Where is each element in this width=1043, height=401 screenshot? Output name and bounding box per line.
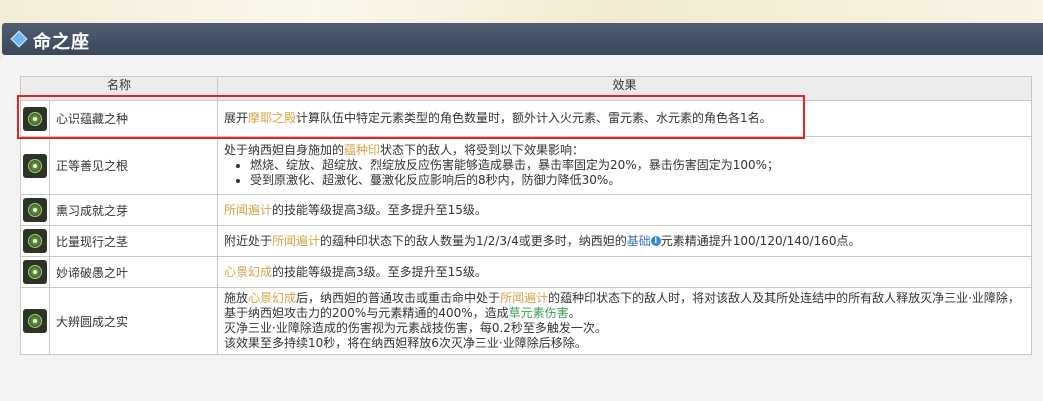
table-header-row: 名称 效果 <box>19 76 1032 101</box>
row-icon-cell <box>20 287 50 355</box>
table-row: 比量现行之茎 附近处于所闻遍计的蕴种印状态下的敌人数量为1/2/3/4或更多时，纳… <box>20 225 1032 257</box>
effect-text: 后，纳西妲的普通攻击或重击命中处于 <box>296 291 501 305</box>
skill-link[interactable]: 所闻遍计 <box>272 234 320 248</box>
constellation-root-icon <box>23 153 47 178</box>
skill-link[interactable]: 心景幻成 <box>248 291 296 305</box>
row-icon-cell <box>20 194 50 226</box>
effect-text: 该效果至多持续10秒，将在纳西妲释放6次灭净三业·业障除后移除。 <box>224 336 587 350</box>
effect-text: 。 <box>568 306 581 320</box>
table-row: 正等善见之根处于纳西妲自身施加的蕴种印状态下的敌人，将受到以下效果影响：燃烧、绽… <box>20 136 1032 195</box>
constellation-effect: 心景幻成的技能等级提高3级。至多提升至15级。 <box>217 256 1032 288</box>
effect-text: 处于纳西妲自身施加的 <box>224 143 345 157</box>
table-row: 妙谛破愚之叶 心景幻成的技能等级提高3级。至多提升至15级。 <box>20 256 1032 288</box>
constellation-effect: 所闻遍计的技能等级提高3级。至多提升至15级。 <box>217 194 1032 226</box>
section-title: 命之座 <box>33 32 90 53</box>
constellation-effect: 处于纳西妲自身施加的蕴种印状态下的敌人，将受到以下效果影响：燃烧、绽放、超绽放、… <box>217 136 1032 195</box>
constellation-seed-icon <box>23 106 47 131</box>
effect-text: 施放 <box>224 291 249 305</box>
row-icon-cell <box>20 256 50 288</box>
skill-link[interactable]: 所闻遍计 <box>500 291 548 305</box>
constellation-sprout-icon <box>23 198 47 222</box>
constellation-name: 正等善见之根 <box>48 136 219 195</box>
diamond-icon <box>10 30 28 48</box>
effect-bullet: 受到原激化、超激化、蔓激化反应影响后的8秒内，防御力降低30%。 <box>250 173 1025 188</box>
skill-link[interactable]: 所闻遍计 <box>224 203 272 217</box>
column-header-effect: 效果 <box>217 76 1032 101</box>
info-icon[interactable]: i <box>650 236 661 246</box>
section-header: 命之座 <box>2 23 1043 55</box>
effect-text: 的技能等级提高3级。至多提升至15级。 <box>272 264 487 279</box>
constellation-effect: 附近处于所闻遍计的蕴种印状态下的敌人数量为1/2/3/4或更多时，纳西妲的基础 i… <box>217 225 1032 257</box>
constellation-name: 大辨圆成之实 <box>48 287 219 355</box>
constellation-name: 妙谛破愚之叶 <box>48 256 219 288</box>
effect-text: 的技能等级提高3级。至多提升至15级。 <box>272 202 487 217</box>
row-icon-cell <box>20 225 50 257</box>
effect-bullet: 燃烧、绽放、超绽放、烈绽放反应伤害能够造成暴击，暴击率固定为20%，暴击伤害固定… <box>250 158 1025 173</box>
constellation-effect: 展开摩耶之殿计算队伍中特定元素类型的角色数量时，额外计入火元素、雷元素、水元素的… <box>217 100 1032 137</box>
constellation-panel: 名称 效果 心识蕴藏之种 展开摩耶之殿计算队伍中特定元素类型的角色数量时，额外计入… <box>2 55 1043 401</box>
effect-bullet-list: 燃烧、绽放、超绽放、烈绽放反应伤害能够造成暴击，暴击率固定为20%，暴击伤害固定… <box>224 158 1025 188</box>
effect-text: 计算队伍中特定元素类型的角色数量时，额外计入火元素、雷元素、水元素的角色各1名。 <box>296 111 772 125</box>
constellation-fruit-icon <box>23 309 47 333</box>
skill-link[interactable]: 心景幻成 <box>224 265 272 279</box>
effect-text: 附近处于 <box>224 233 273 248</box>
constellation-stem-icon <box>23 229 47 253</box>
constellation-name: 心识蕴藏之种 <box>48 100 219 137</box>
effect-text: 元素精通提升100/120/140/160点。 <box>660 233 861 248</box>
table-row: 熏习成就之芽 所闻遍计的技能等级提高3级。至多提升至15级。 <box>20 194 1032 226</box>
effect-text: 展开 <box>224 111 249 125</box>
table-row: 大辨圆成之实 施放心景幻成后，纳西妲的普通攻击或重击命中处于所闻遍计的蕴种印状态下… <box>20 287 1032 355</box>
constellation-effect: 施放心景幻成后，纳西妲的普通攻击或重击命中处于所闻遍计的蕴种印状态下的敌人时，将… <box>217 287 1032 355</box>
effect-text: 灭净三业·业障除造成的伤害视为元素战技伤害，每0.2秒至多触发一次。 <box>224 321 607 335</box>
element-text: 草元素伤害 <box>508 306 569 320</box>
column-header-name: 名称 <box>19 76 219 101</box>
glossary-link[interactable]: 基础 <box>627 234 651 248</box>
table-row: 心识蕴藏之种 展开摩耶之殿计算队伍中特定元素类型的角色数量时，额外计入火元素、雷元… <box>20 100 1032 137</box>
constellation-leaf-icon <box>23 260 47 284</box>
effect-text: 状态下的敌人，将受到以下效果影响： <box>380 143 585 157</box>
constellation-name: 比量现行之茎 <box>48 225 219 257</box>
row-icon-cell <box>20 136 50 195</box>
row-icon-cell <box>20 100 50 137</box>
skill-link[interactable]: 摩耶之殿 <box>248 111 296 125</box>
constellation-name: 熏习成就之芽 <box>48 194 219 226</box>
effect-text: 的蕴种印状态下的敌人数量为1/2/3/4或更多时，纳西妲的 <box>320 233 627 248</box>
constellation-table: 名称 效果 心识蕴藏之种 展开摩耶之殿计算队伍中特定元素类型的角色数量时，额外计入… <box>19 76 1032 355</box>
skill-link[interactable]: 蕴种印 <box>344 143 380 157</box>
